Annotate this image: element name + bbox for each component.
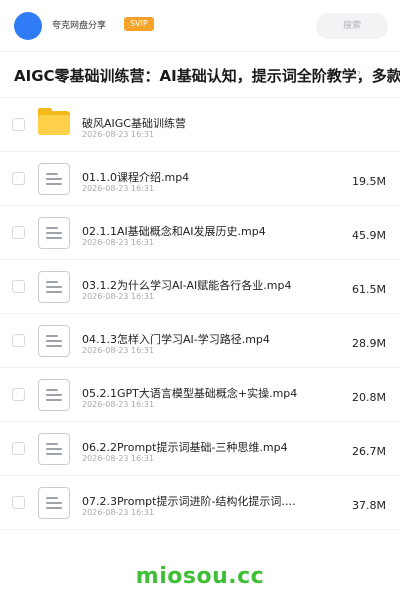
file-name[interactable]: 03.1.2为什么学习AI-AI赋能各行各业.mp4	[82, 277, 322, 293]
select-checkbox[interactable]	[12, 334, 25, 347]
watermark: miosou.cc	[135, 564, 265, 589]
select-checkbox[interactable]	[12, 118, 25, 131]
file-size: 45.9M	[352, 229, 386, 242]
avatar[interactable]	[14, 12, 42, 40]
file-date: 2026-08-23 16:31	[82, 346, 155, 355]
file-name[interactable]: 07.2.3Prompt提示词进阶-结构化提示词.…	[82, 493, 322, 509]
select-checkbox[interactable]	[12, 280, 25, 293]
select-checkbox[interactable]	[12, 496, 25, 509]
select-checkbox[interactable]	[12, 388, 25, 401]
file-size: 26.7M	[352, 445, 386, 458]
file-date: 2026-08-23 16:31	[82, 238, 155, 247]
file-name[interactable]: 04.1.3怎样入门学习AI-学习路径.mp4	[82, 331, 322, 347]
file-name[interactable]: 破风AIGC基础训练营	[82, 115, 322, 131]
file-row[interactable]: 07.2.3Prompt提示词进阶-结构化提示词.… 2026-08-23 16:…	[0, 476, 400, 530]
share-title-extra: 7	[357, 71, 361, 78]
file-row[interactable]: 04.1.3怎样入门学习AI-学习路径.mp4 2026-08-23 16:31 2…	[0, 314, 400, 368]
sharer-name[interactable]: 夸克网盘分享	[52, 18, 106, 31]
select-checkbox[interactable]	[12, 442, 25, 455]
share-title-bar: AIGC零基础训练营：AI基础认知，提示词全阶教学，多款主 7	[0, 52, 400, 98]
file-row[interactable]: 06.2.2Prompt提示词基础-三种思维.mp4 2026-08-23 16:…	[0, 422, 400, 476]
file-list: 破风AIGC基础训练营 2026-08-23 16:31 01.1.0课程介绍.mp…	[0, 98, 400, 530]
file-name[interactable]: 02.1.1AI基础概念和AI发展历史.mp4	[82, 223, 322, 239]
file-icon	[38, 217, 70, 249]
file-date: 2026-08-23 16:31	[82, 400, 155, 409]
file-name[interactable]: 06.2.2Prompt提示词基础-三种思维.mp4	[82, 439, 322, 455]
top-bar: 夸克网盘分享 SVIP 搜索	[0, 0, 400, 52]
file-row[interactable]: 01.1.0课程介绍.mp4 2026-08-23 16:31 19.5M	[0, 152, 400, 206]
file-date: 2026-08-23 16:31	[82, 292, 155, 301]
folder-row[interactable]: 破风AIGC基础训练营 2026-08-23 16:31	[0, 98, 400, 152]
file-date: 2026-08-23 16:31	[82, 184, 155, 193]
file-name[interactable]: 05.2.1GPT大语言模型基础概念+实操.mp4	[82, 385, 322, 401]
select-checkbox[interactable]	[12, 226, 25, 239]
file-row[interactable]: 05.2.1GPT大语言模型基础概念+实操.mp4 2026-08-23 16:3…	[0, 368, 400, 422]
select-checkbox[interactable]	[12, 172, 25, 185]
svip-badge: SVIP	[124, 17, 154, 31]
file-icon	[38, 163, 70, 195]
file-row[interactable]: 02.1.1AI基础概念和AI发展历史.mp4 2026-08-23 16:31 4…	[0, 206, 400, 260]
folder-icon	[38, 108, 70, 136]
file-icon	[38, 487, 70, 519]
file-icon	[38, 433, 70, 465]
file-date: 2026-08-23 16:31	[82, 454, 155, 463]
file-icon	[38, 379, 70, 411]
file-size: 37.8M	[352, 499, 386, 512]
share-title: AIGC零基础训练营：AI基础认知，提示词全阶教学，多款主	[14, 67, 400, 85]
file-size: 28.9M	[352, 337, 386, 350]
file-name[interactable]: 01.1.0课程介绍.mp4	[82, 169, 322, 185]
file-date: 2026-08-23 16:31	[82, 508, 155, 517]
file-icon	[38, 271, 70, 303]
file-size: 19.5M	[352, 175, 386, 188]
file-date: 2026-08-23 16:31	[82, 130, 155, 139]
search-input[interactable]: 搜索	[316, 13, 388, 39]
file-icon	[38, 325, 70, 357]
file-size: 20.8M	[352, 391, 386, 404]
file-row[interactable]: 03.1.2为什么学习AI-AI赋能各行各业.mp4 2026-08-23 16:…	[0, 260, 400, 314]
file-size: 61.5M	[352, 283, 386, 296]
